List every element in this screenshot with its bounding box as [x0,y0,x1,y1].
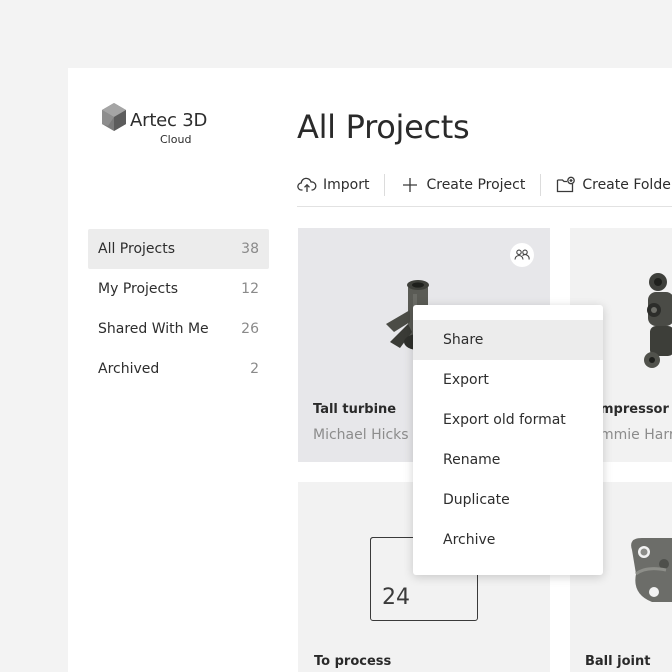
toolbar-divider-line [297,206,672,207]
menu-item-duplicate[interactable]: Duplicate [413,480,603,520]
sidebar-item-archived[interactable]: Archived 2 [88,349,269,389]
sidebar-item-label: All Projects [98,241,175,257]
sidebar-item-count: 2 [250,361,259,377]
shared-badge[interactable] [510,243,534,267]
create-project-button[interactable]: Create Project [400,170,525,200]
folder-plus-icon [556,175,576,195]
menu-item-rename[interactable]: Rename [413,440,603,480]
create-project-label: Create Project [426,177,526,193]
toolbar-divider [384,174,386,196]
import-button[interactable]: Import [297,170,369,200]
ball-joint-model-thumbnail [631,538,672,602]
sidebar-nav: All Projects 38 My Projects 12 Shared Wi… [88,229,269,389]
card-title: Ball joint [585,654,651,669]
logo-brand-text: Artec 3D [130,110,208,131]
sidebar-item-count: 12 [241,281,259,297]
menu-item-export[interactable]: Export [413,360,603,400]
card-title: mpressor [600,402,669,417]
import-label: Import [323,177,370,193]
menu-item-export-old-format[interactable]: Export old format [413,400,603,440]
plus-icon [400,175,420,195]
sidebar-item-count: 26 [241,321,259,337]
toolbar: Import Create Project Create Folder [297,170,672,200]
artec-logo-icon [102,103,126,131]
sidebar-item-label: Shared With Me [98,321,209,337]
menu-item-archive[interactable]: Archive [413,520,603,560]
menu-item-share[interactable]: Share [413,320,603,360]
compressor-model-thumbnail [644,273,672,368]
sidebar-item-label: My Projects [98,281,179,297]
card-title: Tall turbine [313,402,397,417]
sidebar-item-my-projects[interactable]: My Projects 12 [88,269,269,309]
page-title: All Projects [297,108,470,146]
app-logo[interactable]: Artec 3D Cloud [100,102,220,150]
sidebar-item-label: Archived [98,361,160,377]
context-menu: Share Export Export old format Rename Du… [413,305,603,575]
card-owner: mmie Harr [600,427,672,443]
people-icon [514,249,530,260]
card-title: To process [314,654,392,669]
logo-sub-text: Cloud [160,133,192,146]
sidebar-item-shared-with-me[interactable]: Shared With Me 26 [88,309,269,349]
cloud-upload-icon [297,175,317,195]
sidebar-item-all-projects[interactable]: All Projects 38 [88,229,269,269]
sidebar-item-count: 38 [241,241,259,257]
toolbar-divider [540,174,542,196]
create-folder-label: Create Folder [582,177,672,193]
card-owner: Michael Hicks [313,427,409,443]
create-folder-button[interactable]: Create Folder [556,170,672,200]
folder-item-count: 24 [382,585,410,610]
